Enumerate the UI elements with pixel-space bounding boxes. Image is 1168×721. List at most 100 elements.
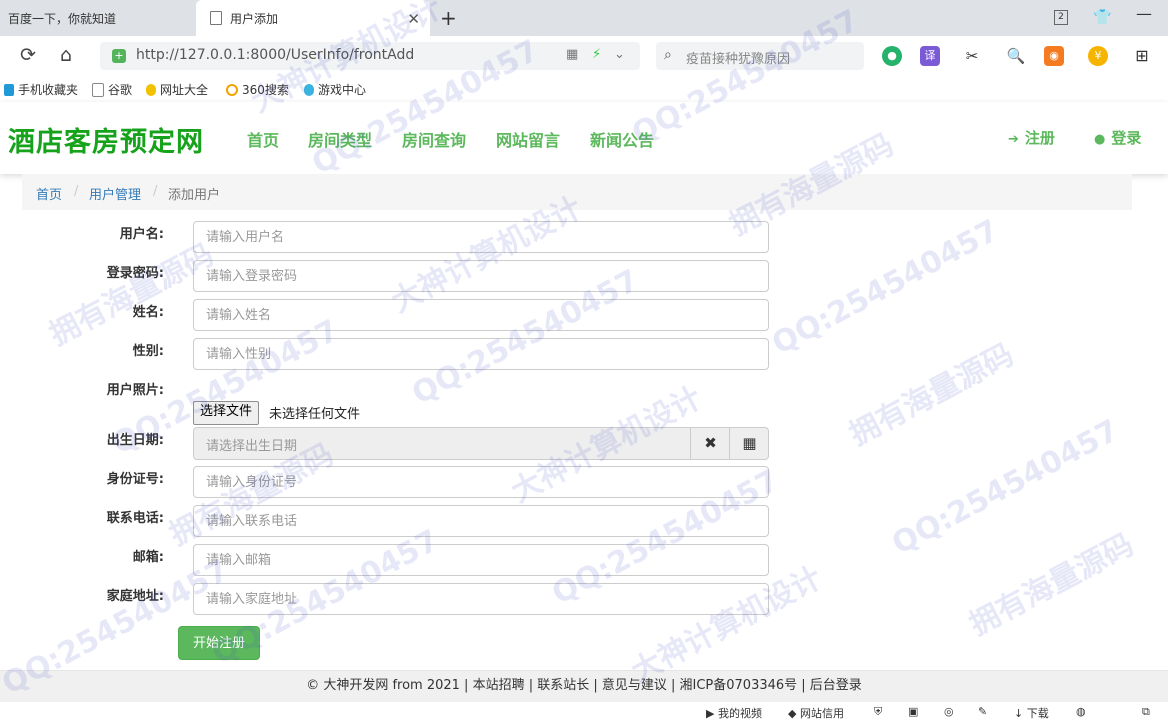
name-label: 姓名: bbox=[132, 305, 164, 320]
sound-icon[interactable]: ◍ bbox=[1076, 705, 1086, 718]
nav-news[interactable]: 新闻公告 bbox=[590, 127, 654, 151]
phone-label: 联系电话: bbox=[106, 511, 164, 526]
site-header: 酒店客房预定网 首页 房间类型 房间查询 网站留言 新闻公告 ➔ 注册 ● 登录 bbox=[0, 102, 1168, 174]
tab-user-add[interactable]: 用户添加 ✕ bbox=[196, 0, 430, 36]
game-icon[interactable]: ◉ bbox=[1044, 46, 1064, 66]
status-video[interactable]: ▶ 我的视频 bbox=[706, 705, 762, 721]
address-input[interactable] bbox=[193, 583, 769, 615]
lightning-icon[interactable]: ⚡ bbox=[592, 47, 601, 62]
gamepad-icon bbox=[304, 83, 314, 96]
skin-icon[interactable]: 👕 bbox=[1093, 8, 1112, 26]
form-row-password: 登录密码: bbox=[0, 260, 780, 294]
register-link[interactable]: ➔ 注册 bbox=[1008, 127, 1055, 148]
watermark: QQ:254540457 bbox=[886, 413, 1125, 562]
form-row-address: 家庭地址: bbox=[0, 583, 780, 617]
browser-tab-bar: 百度一下，你就知道 用户添加 ✕ + 2 👕 — bbox=[0, 0, 1168, 36]
file-status-text: 未选择任何文件 bbox=[269, 407, 361, 422]
tab-baidu[interactable]: 百度一下，你就知道 bbox=[0, 0, 196, 36]
document-icon bbox=[210, 11, 222, 25]
site-footer: © 大神开发网 from 2021 | 本站招聘 | 联系站长 | 意见与建议 … bbox=[0, 670, 1168, 703]
breadcrumb-user-management[interactable]: 用户管理 bbox=[89, 184, 141, 203]
home-icon[interactable]: ⌂ bbox=[60, 44, 72, 66]
fullscreen-icon[interactable]: ⧉ bbox=[1142, 705, 1150, 719]
form-row-username: 用户名: bbox=[0, 221, 780, 255]
password-label: 登录密码: bbox=[106, 266, 164, 281]
scissors-icon[interactable]: ✂ bbox=[962, 46, 982, 66]
extension-green-icon[interactable]: ● bbox=[882, 46, 902, 66]
reload-icon[interactable]: ⟳ bbox=[20, 44, 36, 66]
bookmark-directory[interactable]: 网址大全 bbox=[146, 81, 208, 98]
360-icon bbox=[226, 83, 238, 96]
search-icon: ⌕ bbox=[664, 47, 672, 63]
secure-shield-icon: + bbox=[112, 49, 126, 63]
url-field[interactable]: + http://127.0.0.1:8000/UserInfo/frontAd… bbox=[100, 42, 640, 70]
submit-register-button[interactable]: 开始注册 bbox=[178, 626, 260, 660]
breadcrumb-separator: / bbox=[153, 184, 158, 199]
phone-icon bbox=[4, 83, 14, 96]
search-box[interactable]: ⌕ 疫苗接种犹豫原因 bbox=[656, 42, 864, 70]
phone-input[interactable] bbox=[193, 505, 769, 537]
footer-links[interactable]: © 大神开发网 from 2021 | 本站招聘 | 联系站长 | 意见与建议 … bbox=[306, 678, 862, 693]
name-input[interactable] bbox=[193, 299, 769, 331]
username-input[interactable] bbox=[193, 221, 769, 253]
watermark: 拥有海量源码 bbox=[963, 527, 1140, 643]
gender-label: 性别: bbox=[132, 344, 164, 359]
site-logo[interactable]: 酒店客房预定网 bbox=[8, 120, 204, 159]
address-bar-row: ⟳ ⌂ + http://127.0.0.1:8000/UserInfo/fro… bbox=[0, 36, 1168, 76]
nav-room-search[interactable]: 房间查询 bbox=[402, 127, 466, 151]
search-placeholder: 疫苗接种犹豫原因 bbox=[686, 52, 791, 67]
bookmark-games[interactable]: 游戏中心 bbox=[304, 81, 366, 98]
sign-in-icon: ➔ bbox=[1008, 132, 1019, 147]
bookmarks-bar: 手机收藏夹 谷歌 网址大全 360搜索 游戏中心 bbox=[0, 76, 1168, 103]
breadcrumb-home[interactable]: 首页 bbox=[36, 184, 62, 203]
url-text: http://127.0.0.1:8000/UserInfo/frontAdd bbox=[136, 47, 415, 63]
bookmark-mobile[interactable]: 手机收藏夹 bbox=[4, 81, 78, 98]
speaker-icon[interactable]: ◎ bbox=[944, 705, 954, 718]
birthday-date-picker[interactable]: 请选择出生日期 ✖ ▦ bbox=[193, 427, 769, 460]
bookmark-google[interactable]: 谷歌 bbox=[92, 81, 132, 98]
password-input[interactable] bbox=[193, 260, 769, 292]
yen-icon[interactable]: ¥ bbox=[1088, 46, 1108, 66]
grid-menu-icon[interactable]: ⊞ bbox=[1132, 46, 1152, 66]
breadcrumb-separator: / bbox=[74, 184, 79, 199]
photo-label: 用户照片: bbox=[106, 383, 164, 398]
nav-room-types[interactable]: 房间类型 bbox=[308, 127, 372, 151]
globe-icon bbox=[146, 83, 156, 96]
birthday-label: 出生日期: bbox=[106, 433, 164, 448]
breadcrumb-current: 添加用户 bbox=[168, 188, 221, 203]
tab-count-badge[interactable]: 2 bbox=[1054, 10, 1068, 25]
qr-code-icon[interactable]: ▦ bbox=[566, 47, 578, 62]
calendar-icon[interactable]: ▦ bbox=[729, 428, 769, 459]
magnifier-icon[interactable]: 🔍 bbox=[1006, 46, 1026, 66]
clear-date-icon[interactable]: ✖ bbox=[690, 428, 730, 459]
form-row-photo: 用户照片: 选择文件 未选择任何文件 bbox=[0, 377, 780, 427]
username-label: 用户名: bbox=[119, 227, 164, 242]
translate-icon[interactable]: 译 bbox=[920, 46, 940, 66]
form-row-name: 姓名: bbox=[0, 299, 780, 333]
choose-file-button[interactable]: 选择文件 bbox=[193, 401, 260, 425]
email-input[interactable] bbox=[193, 544, 769, 576]
form-row-phone: 联系电话: bbox=[0, 505, 780, 539]
status-download[interactable]: ↓ 下载 bbox=[1014, 705, 1049, 721]
image-icon[interactable]: ▣ bbox=[908, 705, 918, 718]
status-credit[interactable]: ◆ 网站信用 bbox=[788, 705, 844, 721]
form-row-gender: 性别: bbox=[0, 338, 780, 372]
close-tab-icon[interactable]: ✕ bbox=[407, 10, 420, 28]
login-link[interactable]: ● 登录 bbox=[1094, 127, 1141, 148]
nav-guestbook[interactable]: 网站留言 bbox=[496, 127, 560, 151]
nav-home[interactable]: 首页 bbox=[247, 127, 279, 151]
watermark: 拥有海量源码 bbox=[843, 337, 1020, 453]
email-label: 邮箱: bbox=[132, 550, 164, 565]
watermark: QQ:254540457 bbox=[766, 213, 1005, 362]
chevron-down-icon[interactable]: ⌄ bbox=[614, 47, 625, 62]
bookmark-360[interactable]: 360搜索 bbox=[226, 81, 289, 98]
tab-title: 百度一下，你就知道 bbox=[8, 11, 117, 26]
shield-icon[interactable]: ⛨ bbox=[874, 705, 882, 719]
browser-status-bar: ▶ 我的视频 ◆ 网站信用 ⛨ ▣ ◎ ✎ ↓ 下载 ◍ ⧉ bbox=[0, 702, 1168, 720]
tools-icon[interactable]: ✎ bbox=[978, 705, 987, 718]
id-card-input[interactable] bbox=[193, 466, 769, 498]
new-tab-button[interactable]: + bbox=[440, 6, 457, 30]
minimize-button[interactable]: — bbox=[1136, 4, 1152, 23]
breadcrumb: 首页 / 用户管理 / 添加用户 bbox=[22, 174, 1132, 210]
gender-input[interactable] bbox=[193, 338, 769, 370]
